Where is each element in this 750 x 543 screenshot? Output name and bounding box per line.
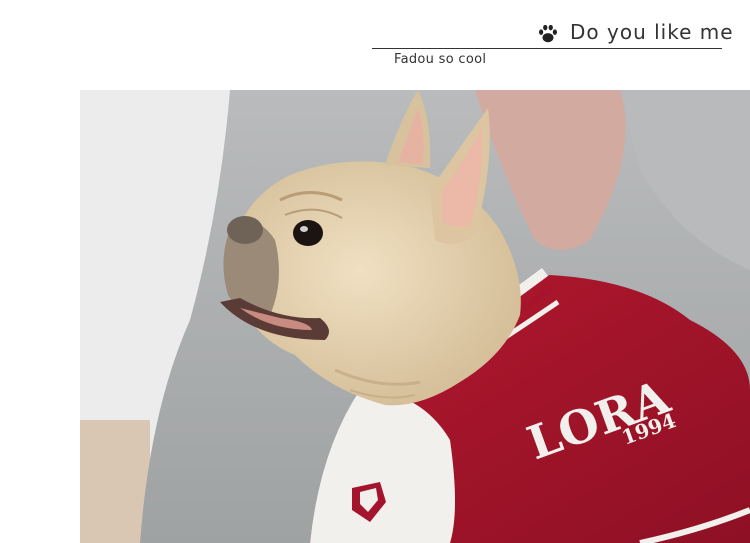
dog-photo: LORA 1994 <box>80 90 750 543</box>
page-subtitle: Fadou so cool <box>394 52 487 67</box>
dog-photo-illustration: LORA 1994 <box>80 90 750 543</box>
title-divider <box>372 48 722 49</box>
paw-icon <box>539 24 557 43</box>
page-title: Do you like me <box>570 20 734 44</box>
header: Do you like me Fadou so cool <box>0 0 750 90</box>
